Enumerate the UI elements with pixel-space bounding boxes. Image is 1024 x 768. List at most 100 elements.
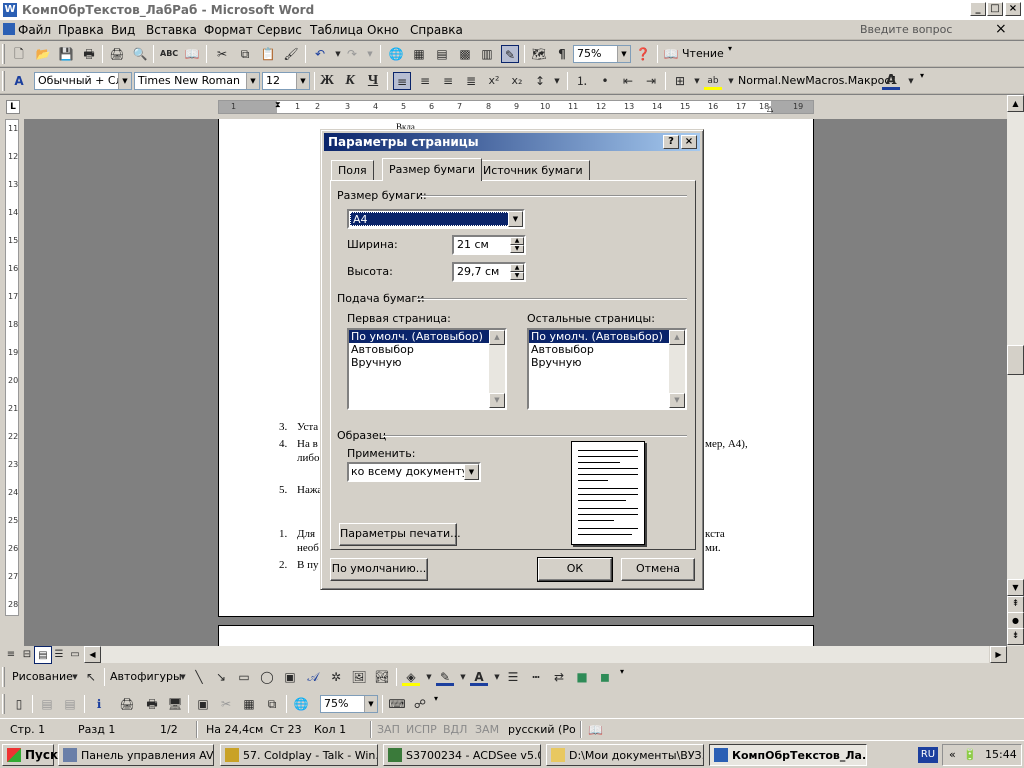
chevron-down-icon[interactable]: ▼ bbox=[118, 73, 131, 89]
paper-size-select[interactable]: А4 ▼ bbox=[347, 209, 525, 229]
horizontal-scroll-track[interactable] bbox=[101, 646, 989, 663]
vertical-scrollbar[interactable]: ▲ ▼ ⇞ ● ⇟ bbox=[1007, 95, 1024, 646]
chevron-down-icon[interactable]: ▼ bbox=[464, 464, 479, 480]
battery-icon[interactable]: 🔋 bbox=[963, 748, 977, 761]
zoom-combo-2[interactable]: 75% ▼ bbox=[320, 695, 378, 713]
apply-to-select[interactable]: ко всему документу ▼ bbox=[347, 462, 481, 482]
vertical-ruler-track[interactable]: 11 12 13 14 15 16 17 18 19 20 21 22 23 2… bbox=[5, 119, 19, 616]
align-right-icon[interactable]: ≡ bbox=[439, 72, 457, 90]
new-document-icon[interactable]: 🗋 bbox=[10, 45, 28, 63]
3d-style-icon[interactable]: ◼ bbox=[596, 668, 614, 686]
underline-button[interactable]: Ч bbox=[364, 72, 382, 90]
list-scrollbar[interactable]: ▲ ▼ bbox=[669, 330, 685, 408]
list-item[interactable]: По умолч. (Автовыбор) bbox=[529, 330, 685, 343]
toolbar-icon-4[interactable]: ▣ bbox=[194, 695, 212, 713]
document-map-icon[interactable]: 🗺 bbox=[530, 45, 548, 63]
rectangle-icon[interactable]: ▭ bbox=[235, 668, 253, 686]
increase-indent-icon[interactable]: ⇥ bbox=[642, 72, 660, 90]
tray-expand-icon[interactable]: « bbox=[949, 748, 956, 761]
toolbar-grip[interactable] bbox=[2, 44, 5, 64]
start-button[interactable]: Пуск bbox=[2, 744, 58, 766]
chevron-down-icon[interactable]: ▼ bbox=[508, 211, 523, 227]
menu-edit[interactable]: Правка bbox=[58, 23, 104, 37]
paste-icon[interactable]: 📋 bbox=[259, 45, 277, 63]
toolbar-icon-6[interactable]: ▦ bbox=[240, 695, 258, 713]
toolbar-options-icon[interactable]: ▾ bbox=[728, 44, 736, 64]
bold-button[interactable]: Ж bbox=[318, 72, 336, 90]
next-page-icon[interactable]: ⇟ bbox=[1007, 628, 1024, 645]
task-winamp[interactable]: 57. Coldplay - Talk - Win... bbox=[220, 744, 378, 766]
toolbar-grip[interactable] bbox=[2, 71, 5, 91]
document-page-2[interactable] bbox=[218, 625, 814, 646]
clip-art-icon[interactable]: 🖼 bbox=[350, 668, 368, 686]
browse-object-icon[interactable]: ● bbox=[1007, 612, 1024, 629]
minimize-button[interactable]: _ bbox=[970, 2, 986, 16]
line-spacing-icon[interactable]: ↕ bbox=[531, 72, 549, 90]
subscript-button[interactable]: x₂ bbox=[508, 72, 526, 90]
copy-icon[interactable]: ⧉ bbox=[236, 45, 254, 63]
highlight-icon[interactable]: ab bbox=[704, 72, 722, 90]
clock[interactable]: 15:44 bbox=[985, 748, 1017, 761]
text-box-icon[interactable]: ▣ bbox=[281, 668, 299, 686]
toolbar-icon-3[interactable]: ▤ bbox=[61, 695, 79, 713]
research-icon[interactable]: 📖 bbox=[183, 45, 201, 63]
scroll-left-icon[interactable]: ◀ bbox=[84, 646, 101, 663]
status-track-changes[interactable]: ИСПР bbox=[406, 723, 437, 736]
align-left-icon[interactable]: ≡ bbox=[393, 72, 411, 90]
spin-up-icon[interactable]: ▲ bbox=[510, 237, 524, 245]
menu-help[interactable]: Справка bbox=[410, 23, 463, 37]
styles-pane-icon[interactable]: A bbox=[10, 72, 28, 90]
drawing-font-color-icon[interactable]: A bbox=[470, 668, 488, 686]
list-item[interactable]: Вручную bbox=[529, 356, 685, 369]
tab-margins[interactable]: Поля bbox=[331, 160, 374, 180]
redo-icon[interactable]: ↷ bbox=[343, 45, 361, 63]
screen-icon[interactable]: 🖥 bbox=[166, 695, 184, 713]
menu-tools[interactable]: Сервис bbox=[257, 23, 302, 37]
toolbar-grip[interactable] bbox=[2, 694, 5, 714]
line-color-icon[interactable]: ✎ bbox=[436, 668, 454, 686]
drawing-toggle-icon[interactable]: ✎ bbox=[501, 45, 519, 63]
vertical-ruler[interactable]: 11 12 13 14 15 16 17 18 19 20 21 22 23 2… bbox=[0, 119, 24, 646]
font-color-icon[interactable]: A bbox=[882, 72, 900, 90]
scroll-up-icon[interactable]: ▲ bbox=[1007, 95, 1024, 112]
maximize-button[interactable]: □ bbox=[987, 2, 1003, 16]
align-center-icon[interactable]: ≡ bbox=[416, 72, 434, 90]
scroll-up-icon[interactable]: ▲ bbox=[669, 330, 685, 345]
toolbar-grip[interactable] bbox=[2, 667, 5, 687]
spin-up-icon[interactable]: ▲ bbox=[510, 264, 524, 272]
horizontal-ruler[interactable]: L 1 1 2 3 4 5 6 7 8 9 10 11 12 13 14 15 … bbox=[0, 95, 1024, 119]
status-record[interactable]: ЗАП bbox=[377, 723, 400, 736]
chevron-down-icon[interactable]: ▼ bbox=[246, 73, 259, 89]
numbering-icon[interactable]: ⒈ bbox=[573, 72, 591, 90]
arrow-icon[interactable]: ↘ bbox=[212, 668, 230, 686]
info-icon[interactable]: ℹ bbox=[90, 695, 108, 713]
toolbar-icon-7[interactable]: ⧉ bbox=[263, 695, 281, 713]
menu-table[interactable]: Таблица bbox=[310, 23, 363, 37]
help-question-input[interactable]: Введите вопрос bbox=[858, 22, 988, 38]
menu-insert[interactable]: Вставка bbox=[146, 23, 197, 37]
other-pages-list[interactable]: По умолч. (Автовыбор) Автовыбор Вручную … bbox=[527, 328, 687, 410]
list-item[interactable]: Автовыбор bbox=[349, 343, 505, 356]
spin-down-icon[interactable]: ▼ bbox=[510, 245, 524, 253]
arrow-style-icon[interactable]: ⇄ bbox=[550, 668, 568, 686]
previous-page-icon[interactable]: ⇞ bbox=[1007, 596, 1024, 613]
scroll-thumb[interactable] bbox=[1007, 345, 1024, 375]
font-combo[interactable]: Times New Roman ▼ bbox=[134, 72, 260, 90]
insert-table-icon[interactable]: ▤ bbox=[433, 45, 451, 63]
toolbar-options-icon[interactable]: ▾ bbox=[434, 694, 442, 714]
scroll-right-icon[interactable]: ▶ bbox=[990, 646, 1007, 663]
undo-icon[interactable]: ↶ bbox=[311, 45, 329, 63]
print-icon[interactable]: 🖨 bbox=[108, 45, 126, 63]
menu-format[interactable]: Формат bbox=[204, 23, 253, 37]
superscript-button[interactable]: x² bbox=[485, 72, 503, 90]
width-input[interactable]: 21 см ▲ ▼ bbox=[452, 235, 526, 255]
language-indicator[interactable]: RU bbox=[918, 747, 938, 763]
save-icon[interactable]: 💾 bbox=[57, 45, 75, 63]
ruler-track[interactable]: 1 1 2 3 4 5 6 7 8 9 10 11 12 13 14 15 16… bbox=[218, 100, 814, 114]
toolbar-icon-2[interactable]: ▤ bbox=[38, 695, 56, 713]
status-extend[interactable]: ВДЛ bbox=[443, 723, 467, 736]
line-icon[interactable]: ╲ bbox=[190, 668, 208, 686]
spin-down-icon[interactable]: ▼ bbox=[510, 272, 524, 280]
borders-icon[interactable]: ⊞ bbox=[671, 72, 689, 90]
task-acdsee[interactable]: S3700234 - ACDSee v5.0 bbox=[383, 744, 541, 766]
